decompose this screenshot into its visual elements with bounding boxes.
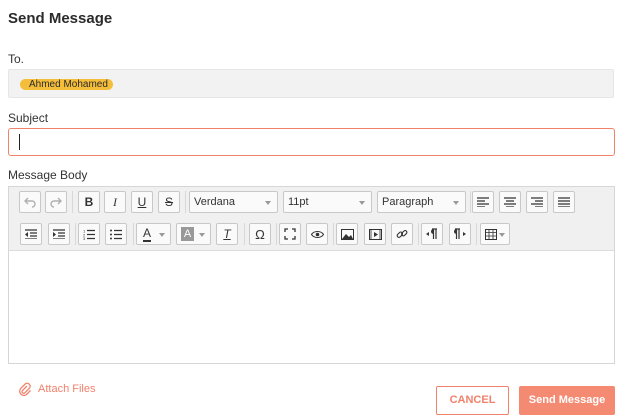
message-body-input[interactable] (9, 251, 614, 363)
text-cursor (19, 134, 20, 150)
align-justify-icon[interactable] (553, 191, 575, 213)
cancel-button[interactable]: CANCEL (436, 386, 509, 415)
to-label: To. (8, 52, 25, 66)
clear-format-button[interactable]: T (216, 223, 238, 245)
image-icon[interactable] (336, 223, 358, 245)
bold-button[interactable]: B (78, 191, 100, 213)
indent-icon[interactable] (48, 223, 70, 245)
subject-input[interactable] (8, 128, 615, 156)
link-icon[interactable] (391, 223, 413, 245)
toolbar-separator (333, 223, 334, 245)
toolbar-separator (133, 223, 134, 245)
svg-text:3: 3 (83, 236, 86, 240)
attach-files-label: Attach Files (38, 383, 96, 395)
toolbar-separator (418, 223, 419, 245)
message-body-label: Message Body (8, 168, 88, 182)
ltr-direction-icon[interactable] (421, 223, 443, 245)
fullscreen-icon[interactable] (279, 223, 301, 245)
block-format-select[interactable]: Paragraph (377, 191, 466, 213)
toolbar-separator (72, 191, 73, 213)
toolbar-separator (244, 223, 245, 245)
toolbar-separator (185, 191, 186, 213)
subject-label: Subject (8, 111, 49, 125)
toolbar-separator (276, 223, 277, 245)
dialog-title: Send Message (8, 10, 113, 27)
undo-icon[interactable] (19, 191, 41, 213)
table-button[interactable] (480, 223, 510, 245)
toolbar-separator (75, 223, 76, 245)
media-icon[interactable] (364, 223, 386, 245)
text-color-icon: A (143, 226, 152, 242)
outdent-icon[interactable] (20, 223, 42, 245)
to-field[interactable]: Ahmed Mohamed (8, 69, 614, 98)
table-icon (485, 229, 497, 240)
font-family-select[interactable]: Verdana (189, 191, 278, 213)
font-size-select[interactable]: 11pt (283, 191, 372, 213)
underline-button[interactable]: U (131, 191, 153, 213)
rtl-direction-icon[interactable] (449, 223, 471, 245)
text-color-button[interactable]: A (136, 223, 171, 245)
italic-button[interactable]: I (104, 191, 126, 213)
redo-icon[interactable] (45, 191, 67, 213)
editor-toolbar: B I U S Verdana 11pt Paragraph 1 2 3 A A… (9, 187, 614, 251)
bullet-list-icon[interactable] (105, 223, 127, 245)
font-family-value: Verdana (194, 196, 235, 208)
preview-icon[interactable] (306, 223, 328, 245)
strikethrough-button[interactable]: S (158, 191, 180, 213)
block-format-value: Paragraph (382, 196, 434, 208)
align-left-icon[interactable] (472, 191, 494, 213)
send-message-button[interactable]: Send Message (519, 386, 615, 415)
special-character-button[interactable]: Ω (249, 223, 271, 245)
align-center-icon[interactable] (499, 191, 521, 213)
recipient-chip[interactable]: Ahmed Mohamed (20, 79, 113, 90)
toolbar-separator (470, 191, 471, 213)
toolbar-separator (476, 223, 477, 245)
align-right-icon[interactable] (526, 191, 548, 213)
numbered-list-icon[interactable]: 123 (78, 223, 100, 245)
paperclip-icon (19, 382, 31, 396)
font-size-value: 11pt (288, 196, 309, 208)
rich-text-editor: B I U S Verdana 11pt Paragraph 1 2 3 A A… (8, 186, 615, 364)
attach-files-button[interactable]: Attach Files (18, 382, 95, 396)
background-color-icon: A (181, 227, 194, 241)
background-color-button[interactable]: A (176, 223, 211, 245)
